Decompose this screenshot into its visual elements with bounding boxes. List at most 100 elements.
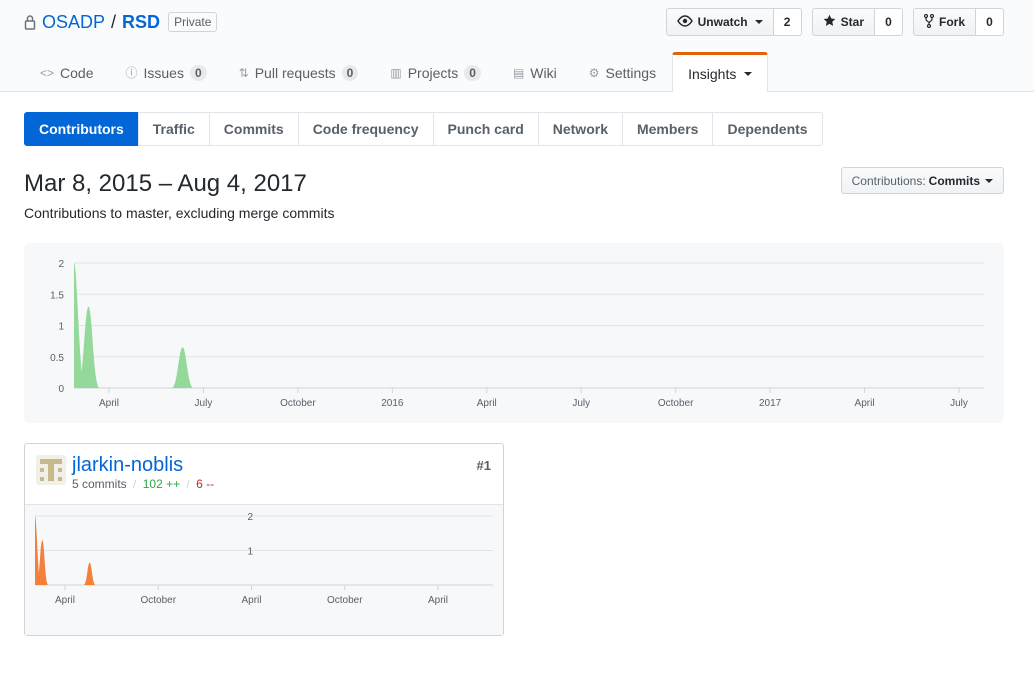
subnav-code-frequency[interactable]: Code frequency	[297, 112, 434, 146]
tab-wiki[interactable]: ▤ Wiki	[497, 52, 573, 92]
y-tick-label: 1	[58, 322, 64, 333]
tab-label: Pull requests	[254, 64, 336, 81]
subnav-contributors[interactable]: Contributors	[24, 112, 139, 146]
star-count[interactable]: 0	[874, 8, 903, 36]
tab-label: Insights	[688, 65, 737, 82]
x-tick-label: October	[280, 398, 316, 409]
contributor-graph-svg: 2 1 April October April October April	[35, 512, 493, 606]
subnav-commits[interactable]: Commits	[208, 112, 299, 146]
graph-subtitle: Contributions to master, excluding merge…	[24, 205, 335, 221]
tab-counter: 0	[189, 64, 207, 81]
area-peak	[171, 347, 194, 388]
star-button[interactable]: Star	[811, 8, 875, 36]
y-tick-label: 2	[247, 512, 253, 523]
unwatch-label: Unwatch	[697, 15, 748, 29]
code-icon: <>	[40, 65, 55, 80]
x-tick-label: April	[55, 595, 75, 606]
x-tick-label: April	[855, 398, 875, 409]
contributor-stats: 5 commits / 102 ++ / 6 --	[72, 477, 214, 491]
unwatch-button[interactable]: Unwatch	[665, 8, 774, 36]
tab-projects[interactable]: ▥ Projects 0	[374, 52, 497, 92]
lock-icon	[24, 15, 36, 30]
fork-count[interactable]: 0	[976, 8, 1004, 36]
main-contributions-graph[interactable]: 2 1.5 1 0.5 0 April July October 2016 April July Oc…	[24, 243, 1004, 423]
caret-down-icon	[985, 178, 993, 183]
stats-separator: /	[186, 477, 190, 491]
repo-header: OSADP / RSD Private Unwatch 2 Star 0 Fork 0 <…	[0, 0, 1034, 92]
issue-icon: ⓘ	[125, 66, 138, 80]
subnav-members[interactable]: Members	[621, 112, 714, 146]
tab-label: Code	[60, 64, 94, 81]
x-tick-label: April	[428, 595, 448, 606]
caret-down-icon	[744, 71, 753, 76]
area-peak	[83, 562, 96, 585]
main-graph-svg: 2 1.5 1 0.5 0 April July October 2016 April July Oc…	[50, 259, 984, 409]
x-tick-label: October	[658, 398, 694, 409]
identicon-avatar	[36, 455, 66, 485]
x-tick-label: 2017	[759, 398, 782, 409]
x-tick-label: October	[140, 595, 176, 606]
repo-name-link[interactable]: RSD	[122, 12, 160, 33]
tab-label: Settings	[605, 64, 657, 81]
x-tick-label: July	[195, 398, 213, 409]
private-label: Private	[168, 12, 218, 32]
gear-icon: ⚙	[588, 65, 600, 80]
x-tick-label: April	[99, 398, 119, 409]
contributions-select-value: Commits	[928, 173, 980, 188]
x-tick-label: 2016	[381, 398, 404, 409]
y-tick-label: 0.5	[50, 353, 64, 364]
contributions-select-label: Contributions:	[851, 173, 926, 188]
pull-request-icon: ⇅	[238, 65, 249, 80]
date-range-title: Mar 8, 2015 – Aug 4, 2017	[24, 170, 307, 197]
tab-pull-requests[interactable]: ⇅ Pull requests 0	[223, 52, 375, 92]
avatar[interactable]	[36, 455, 66, 485]
contributor-card: jlarkin-noblis #1 5 commits / 102 ++ / 6…	[24, 443, 504, 636]
subnav-dependents[interactable]: Dependents	[712, 112, 823, 146]
repo-actions: Unwatch 2 Star 0 Fork 0	[665, 8, 1004, 36]
fork-label: Fork	[938, 15, 965, 29]
deletions-count: 6 --	[196, 477, 215, 491]
fork-button-group: Fork 0	[912, 8, 1004, 36]
y-tick-label: 1	[247, 547, 253, 558]
star-button-group: Star 0	[811, 8, 903, 36]
project-icon: ▥	[390, 65, 402, 80]
subnav-punch-card[interactable]: Punch card	[432, 112, 539, 146]
tab-counter: 0	[464, 64, 481, 81]
tab-issues[interactable]: ⓘ Issues 0	[109, 52, 222, 92]
fork-icon	[923, 13, 935, 31]
unwatch-count[interactable]: 2	[773, 8, 802, 36]
tab-label: Wiki	[530, 64, 557, 81]
path-separator: /	[111, 11, 117, 32]
tab-settings[interactable]: ⚙ Settings	[573, 52, 672, 92]
fork-button[interactable]: Fork	[912, 8, 976, 36]
unwatch-button-group: Unwatch 2	[665, 8, 802, 36]
repo-owner-link[interactable]: OSADP	[42, 12, 105, 33]
tab-counter: 0	[341, 64, 359, 81]
tab-insights[interactable]: Insights	[672, 52, 769, 92]
stats-separator: /	[133, 477, 137, 491]
repo-title: OSADP / RSD Private	[24, 8, 218, 36]
contributions-type-select[interactable]: Contributions: Commits	[840, 167, 1004, 194]
y-tick-label: 2	[58, 259, 64, 270]
subnav-network[interactable]: Network	[537, 112, 623, 146]
repo-nav: <> Code ⓘ Issues 0 ⇅ Pull requests 0 ▥ Projects 0 ▤…	[24, 52, 769, 92]
contributor-username-link[interactable]: jlarkin-noblis	[72, 454, 183, 477]
tab-label: Issues	[143, 64, 184, 81]
contributor-graph[interactable]: 2 1 April October April October April	[25, 504, 503, 635]
star-label: Star	[840, 15, 864, 29]
insights-subnav: Contributors Traffic Commits Code frequency…	[24, 112, 823, 146]
eye-icon	[676, 14, 693, 30]
x-tick-label: October	[327, 595, 363, 606]
y-tick-label: 0	[58, 384, 64, 395]
x-tick-label: July	[950, 398, 968, 409]
x-tick-label: April	[241, 595, 261, 606]
commit-count-link[interactable]: 5 commits	[72, 477, 127, 491]
tab-label: Projects	[407, 64, 459, 81]
x-tick-label: April	[477, 398, 497, 409]
subnav-traffic[interactable]: Traffic	[137, 112, 210, 146]
additions-count: 102 ++	[142, 477, 181, 491]
y-tick-label: 1.5	[50, 290, 64, 301]
contributor-rank: #1	[476, 458, 491, 473]
tab-code[interactable]: <> Code	[24, 52, 109, 92]
contributor-card-header: jlarkin-noblis #1 5 commits / 102 ++ / 6…	[25, 444, 503, 500]
